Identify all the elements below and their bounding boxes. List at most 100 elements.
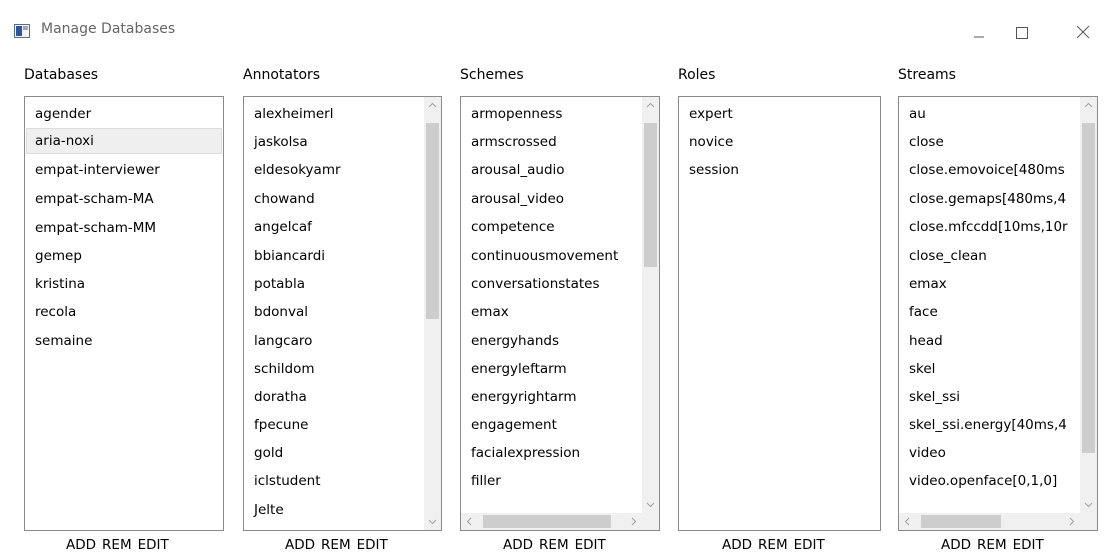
list-item[interactable]: close.gemaps[480ms,4 — [900, 186, 1078, 212]
list-item[interactable]: head — [900, 328, 1078, 354]
scroll-down-arrow-icon[interactable] — [424, 513, 441, 530]
annotators-list[interactable]: alexheimerl jaskolsa eldesokyamr chowand… — [243, 96, 442, 531]
streams-vertical-scrollbar[interactable] — [1080, 97, 1097, 513]
databases-list[interactable]: agender aria-noxi empat-interviewer empa… — [24, 96, 224, 531]
list-item[interactable]: Jelte — [245, 497, 423, 523]
list-item[interactable]: langcaro — [245, 328, 423, 354]
scroll-left-arrow-icon[interactable] — [461, 513, 478, 530]
schemes-add-button[interactable]: ADD — [503, 537, 533, 553]
list-item[interactable]: bdonval — [245, 299, 423, 325]
annotators-rem-button[interactable]: REM — [321, 537, 351, 553]
scroll-up-arrow-icon[interactable] — [424, 97, 441, 114]
roles-add-button[interactable]: ADD — [722, 537, 752, 553]
schemes-hscroll-thumb[interactable] — [483, 515, 611, 528]
list-item[interactable]: recola — [26, 299, 222, 325]
list-item[interactable]: gemep — [26, 243, 222, 269]
streams-hscroll-thumb[interactable] — [921, 515, 1001, 528]
list-item[interactable]: video.openface[0,1,0] — [900, 468, 1078, 494]
list-item[interactable]: eldesokyamr — [245, 157, 423, 183]
list-item[interactable]: chowand — [245, 186, 423, 212]
annotators-scroll-thumb[interactable] — [426, 123, 439, 319]
title-bar[interactable]: Manage Databases — [0, 0, 1111, 62]
annotators-add-button[interactable]: ADD — [285, 537, 315, 553]
streams-scroll-thumb[interactable] — [1082, 123, 1095, 453]
roles-edit-button[interactable]: EDIT — [794, 537, 825, 553]
list-item[interactable]: competence — [462, 214, 640, 240]
schemes-rem-button[interactable]: REM — [539, 537, 569, 553]
list-item[interactable]: skel — [900, 356, 1078, 382]
list-item[interactable]: alexheimerl — [245, 101, 423, 127]
list-item[interactable]: energyhands — [462, 328, 640, 354]
list-item[interactable]: armscrossed — [462, 129, 640, 155]
list-item[interactable]: doratha — [245, 384, 423, 410]
list-item[interactable]: emax — [900, 271, 1078, 297]
list-item[interactable]: potabla — [245, 271, 423, 297]
list-item[interactable]: kristina — [26, 271, 222, 297]
list-item[interactable]: angelcaf — [245, 214, 423, 240]
streams-add-button[interactable]: ADD — [941, 537, 971, 553]
list-item[interactable]: armopenness — [462, 101, 640, 127]
list-item[interactable]: au — [900, 101, 1078, 127]
list-item[interactable]: empat-scham-MA — [26, 186, 222, 212]
list-item[interactable]: fpecune — [245, 412, 423, 438]
list-item-selected[interactable]: aria-noxi — [26, 128, 222, 154]
maximize-button[interactable] — [998, 10, 1044, 56]
databases-edit-button[interactable]: EDIT — [138, 537, 169, 553]
list-item[interactable]: close — [900, 129, 1078, 155]
streams-list[interactable]: au close close.emovoice[480ms close.gema… — [898, 96, 1098, 531]
list-item[interactable]: engagement — [462, 412, 640, 438]
list-item[interactable]: close.emovoice[480ms — [900, 157, 1078, 183]
scroll-left-arrow-icon[interactable] — [899, 513, 916, 530]
databases-title: Databases — [24, 67, 99, 83]
annotators-vertical-scrollbar[interactable] — [424, 97, 441, 530]
list-item[interactable]: energyrightarm — [462, 384, 640, 410]
databases-rem-button[interactable]: REM — [102, 537, 132, 553]
list-item[interactable]: continuousmovement — [462, 243, 640, 269]
list-item[interactable]: arousal_video — [462, 186, 640, 212]
list-item[interactable]: video — [900, 440, 1078, 466]
schemes-horizontal-scrollbar[interactable] — [461, 513, 642, 530]
list-item[interactable]: skel_ssi.energy[40ms,4 — [900, 412, 1078, 438]
scroll-down-arrow-icon[interactable] — [1080, 496, 1097, 513]
list-item[interactable]: bbiancardi — [245, 243, 423, 269]
list-item[interactable]: semaine — [26, 328, 222, 354]
streams-rem-button[interactable]: REM — [977, 537, 1007, 553]
list-item[interactable]: agender — [26, 101, 222, 127]
minimize-button[interactable] — [956, 10, 1002, 56]
annotators-edit-button[interactable]: EDIT — [357, 537, 388, 553]
scroll-up-arrow-icon[interactable] — [642, 97, 659, 114]
roles-list[interactable]: expert novice session — [678, 96, 881, 531]
list-item[interactable]: conversationstates — [462, 271, 640, 297]
list-item[interactable]: energyleftarm — [462, 356, 640, 382]
list-item[interactable]: skel_ssi — [900, 384, 1078, 410]
schemes-vertical-scrollbar[interactable] — [642, 97, 659, 513]
list-item[interactable]: novice — [680, 129, 879, 155]
list-item[interactable]: empat-interviewer — [26, 157, 222, 183]
list-item[interactable]: jaskolsa — [245, 129, 423, 155]
scroll-up-arrow-icon[interactable] — [1080, 97, 1097, 114]
roles-rem-button[interactable]: REM — [758, 537, 788, 553]
list-item[interactable]: filler — [462, 468, 640, 494]
list-item[interactable]: emax — [462, 299, 640, 325]
scroll-right-arrow-icon[interactable] — [625, 513, 642, 530]
scroll-down-arrow-icon[interactable] — [642, 496, 659, 513]
scroll-right-arrow-icon[interactable] — [1063, 513, 1080, 530]
schemes-list[interactable]: armopenness armscrossed arousal_audio ar… — [460, 96, 660, 531]
list-item[interactable]: face — [900, 299, 1078, 325]
list-item[interactable]: close.mfccdd[10ms,10r — [900, 214, 1078, 240]
list-item[interactable]: gold — [245, 440, 423, 466]
list-item[interactable]: schildom — [245, 356, 423, 382]
streams-edit-button[interactable]: EDIT — [1013, 537, 1044, 553]
streams-horizontal-scrollbar[interactable] — [899, 513, 1080, 530]
schemes-scroll-thumb[interactable] — [644, 123, 657, 267]
close-button[interactable] — [1060, 10, 1106, 56]
list-item[interactable]: expert — [680, 101, 879, 127]
list-item[interactable]: close_clean — [900, 243, 1078, 269]
databases-add-button[interactable]: ADD — [66, 537, 96, 553]
schemes-edit-button[interactable]: EDIT — [575, 537, 606, 553]
list-item[interactable]: empat-scham-MM — [26, 215, 222, 241]
list-item[interactable]: iclstudent — [245, 468, 423, 494]
list-item[interactable]: facialexpression — [462, 440, 640, 466]
list-item[interactable]: session — [680, 157, 879, 183]
list-item[interactable]: arousal_audio — [462, 157, 640, 183]
